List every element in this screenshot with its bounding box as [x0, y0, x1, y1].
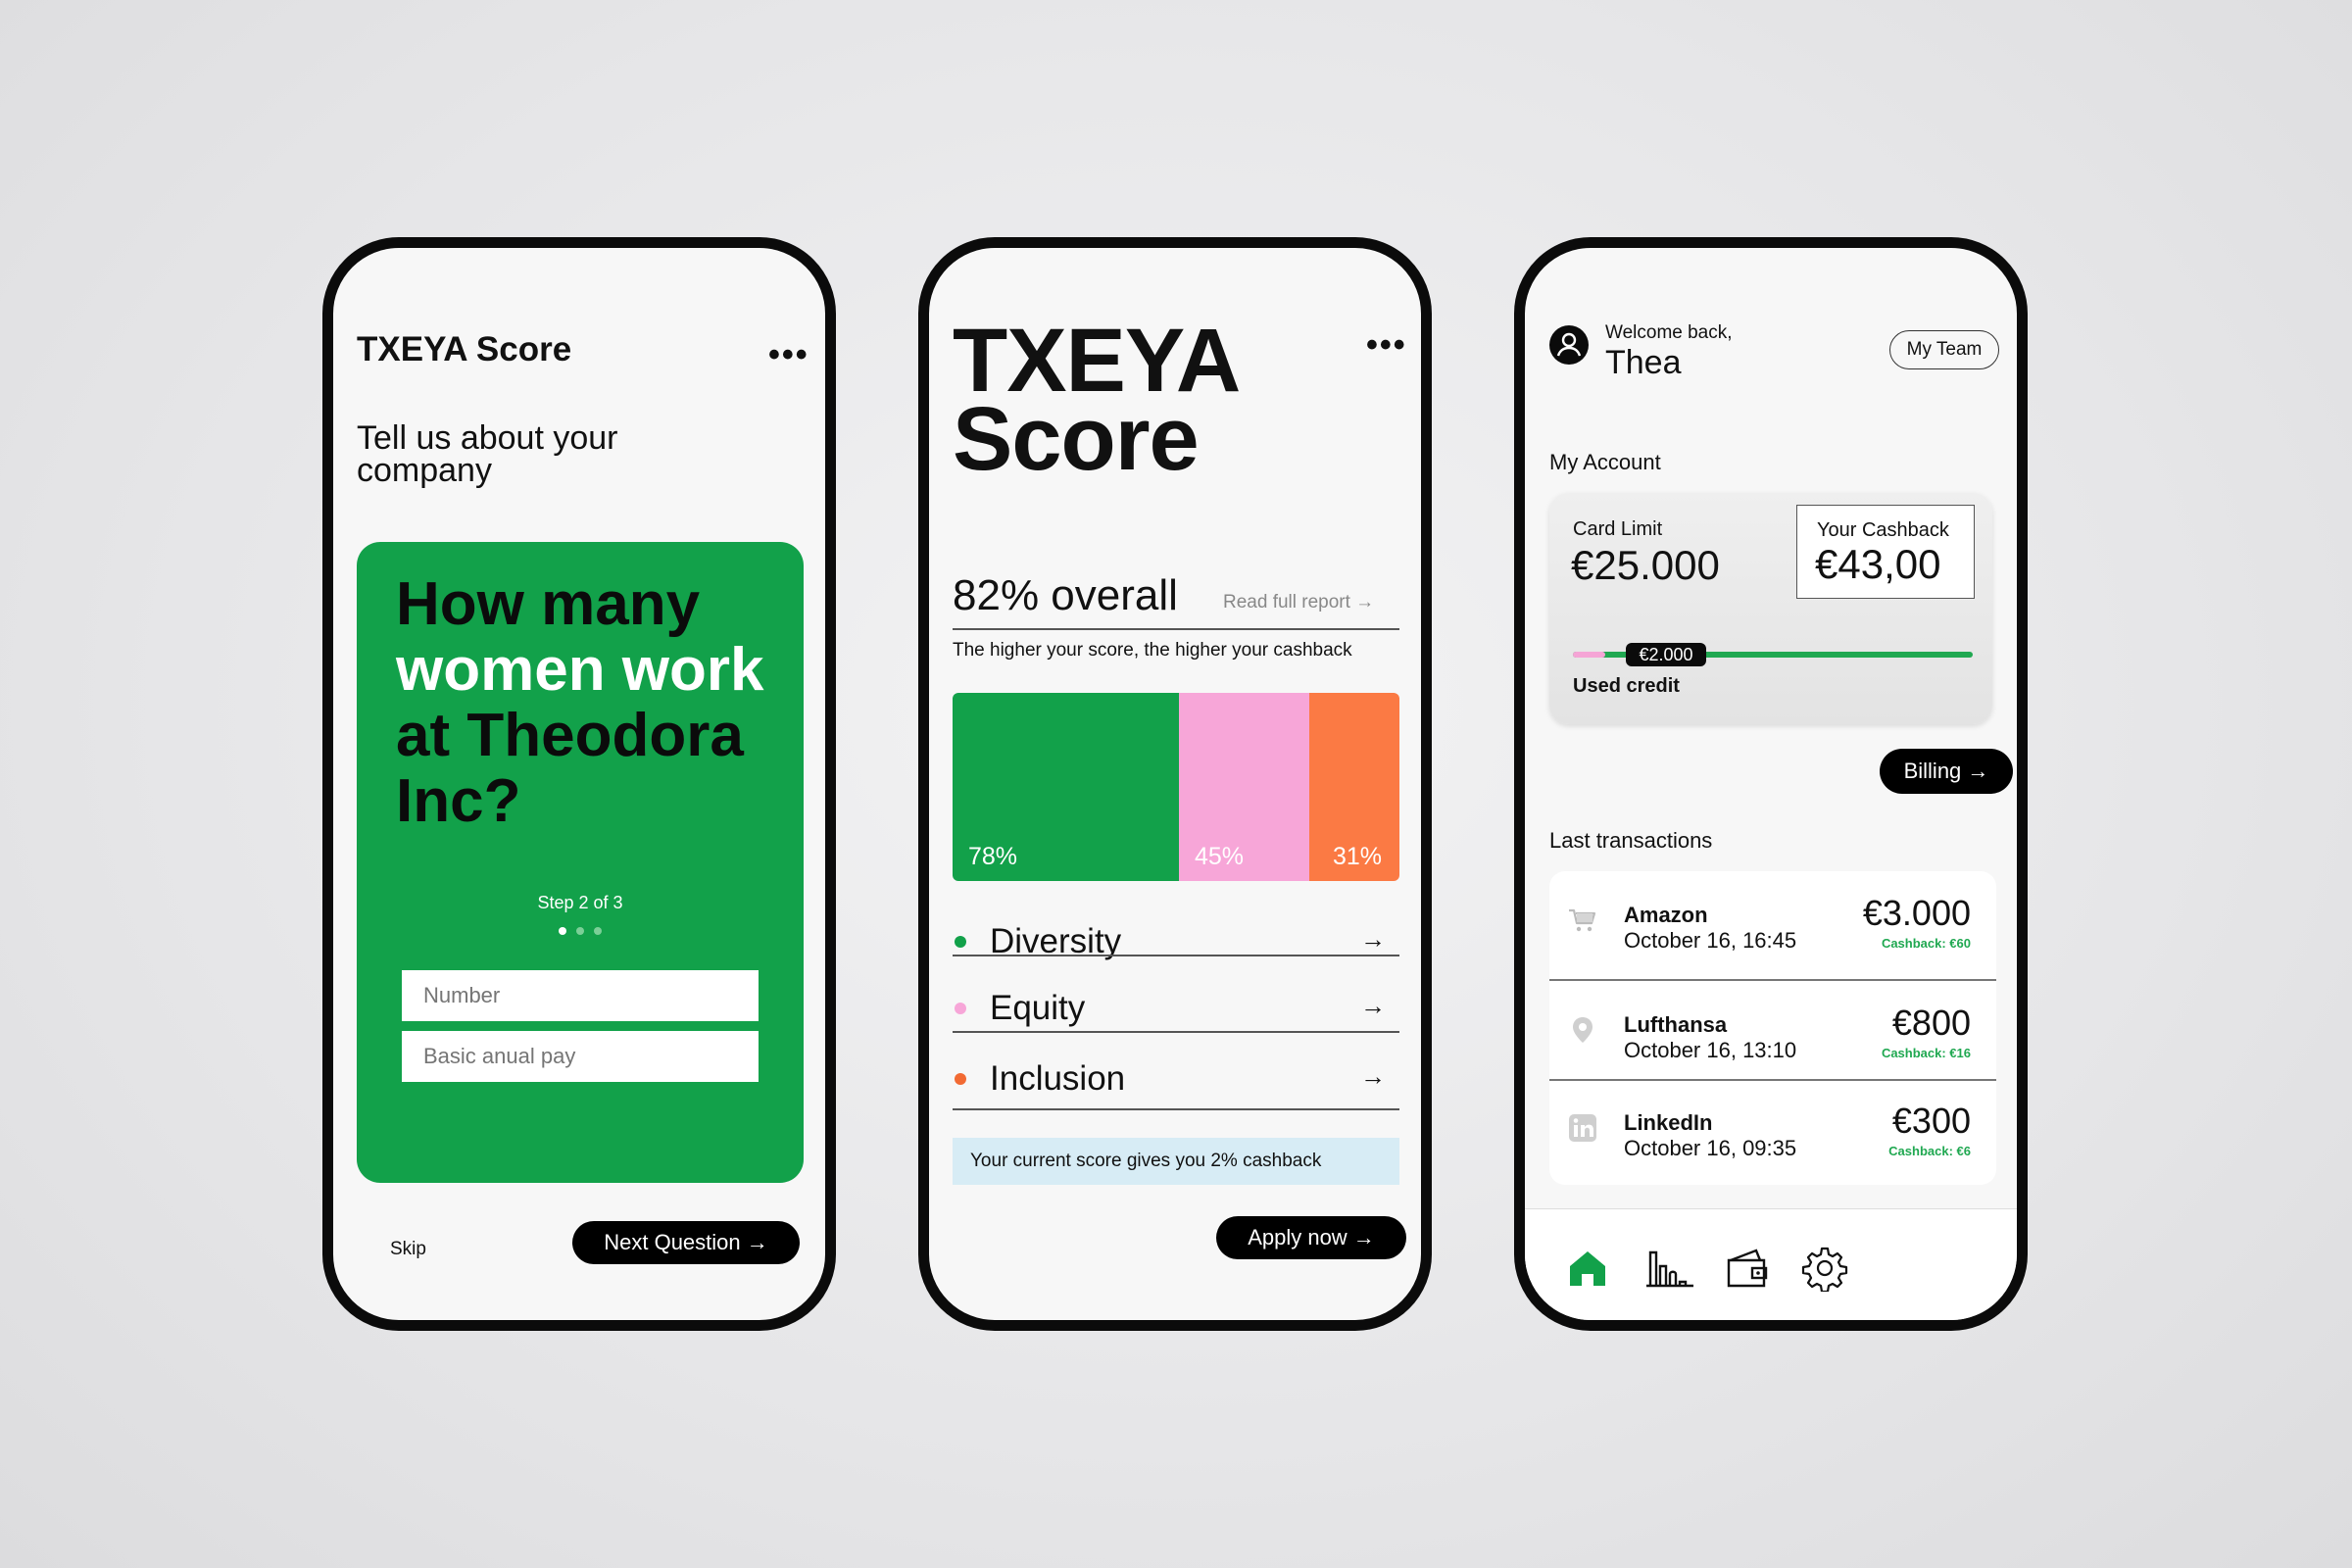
- arrow-right-icon: →: [1360, 1061, 1386, 1091]
- progress-dots: [357, 922, 804, 940]
- phone-score: TXEYA Score ••• 82% overall Read full re…: [918, 237, 1432, 1331]
- transaction-cashback: Cashback: €60: [1881, 936, 1971, 951]
- bar-label: 45%: [1195, 843, 1245, 870]
- divider: [953, 955, 1399, 956]
- used-credit-label: Used credit: [1573, 675, 1680, 697]
- row-diversity[interactable]: Diversity →: [953, 906, 1399, 977]
- location-pin-icon: [1573, 1017, 1592, 1043]
- transaction-amount: €800: [1891, 1003, 1971, 1043]
- wallet-icon: [1727, 1249, 1768, 1288]
- card-limit-label: Card Limit: [1573, 518, 1663, 540]
- basic-pay-input[interactable]: [402, 1031, 759, 1082]
- bottom-tab-bar: [1525, 1208, 2017, 1320]
- transaction-cashback: Cashback: €6: [1888, 1144, 1971, 1158]
- step-indicator: Step 2 of 3: [537, 893, 623, 912]
- settings-icon: [1801, 1247, 1848, 1294]
- bullet-icon: [955, 936, 966, 948]
- question-text: How many women work at Theodora Inc?: [396, 571, 788, 834]
- more-options-icon[interactable]: •••: [1366, 328, 1407, 362]
- score-bar-chart: 78% 45% 31%: [953, 693, 1399, 881]
- my-team-button[interactable]: My Team: [1889, 330, 1999, 369]
- cashback-box: Your Cashback €43,00: [1796, 505, 1975, 599]
- arrow-right-icon: →: [1360, 991, 1386, 1020]
- overall-score: 82% overall: [953, 571, 1178, 619]
- card-limit-value: €25.000: [1571, 542, 1720, 588]
- score-title-line: Score: [953, 389, 1200, 489]
- cashback-note: Your current score gives you 2% cashback: [953, 1138, 1399, 1185]
- bar-label: 31%: [1332, 843, 1382, 870]
- progress-dot: [594, 927, 602, 935]
- transaction-cashback: Cashback: €16: [1881, 1046, 1971, 1060]
- merchant-name: Lufthansa: [1624, 1012, 1728, 1037]
- transactions-list: Amazon October 16, 16:45 €3.000 Cashback…: [1549, 871, 1996, 1185]
- user-name: Thea: [1605, 344, 1682, 381]
- my-account-heading: My Account: [1549, 450, 1661, 474]
- billing-button[interactable]: Billing →: [1880, 749, 2013, 794]
- row-inclusion[interactable]: Inclusion →: [953, 1044, 1399, 1114]
- bar-equity: 45%: [1179, 693, 1309, 881]
- apply-now-button[interactable]: Apply now →: [1216, 1216, 1406, 1259]
- account-card: Card Limit €25.000 Your Cashback €43,00 …: [1549, 493, 1992, 724]
- read-full-report-link[interactable]: Read full report →: [1223, 592, 1374, 613]
- row-equity[interactable]: Equity →: [953, 973, 1399, 1044]
- divider: [953, 1108, 1399, 1110]
- question-part: How many: [396, 570, 701, 638]
- cashback-label: Your Cashback: [1817, 519, 1949, 541]
- bar-label: 78%: [968, 843, 1018, 870]
- next-question-button[interactable]: Next Question →: [572, 1221, 800, 1264]
- tab-wallet[interactable]: [1723, 1245, 1770, 1292]
- progress-dot-active: [559, 927, 566, 935]
- transaction-row[interactable]: Lufthansa October 16, 13:10 €800 Cashbac…: [1549, 981, 1996, 1079]
- transaction-date: October 16, 16:45: [1624, 928, 1797, 953]
- last-transactions-heading: Last transactions: [1549, 828, 1713, 853]
- phone-dashboard: Welcome back, Thea My Team My Account Ca…: [1514, 237, 2028, 1331]
- welcome-text: Welcome back,: [1605, 322, 1733, 343]
- avatar[interactable]: [1549, 325, 1589, 365]
- tab-home[interactable]: [1564, 1245, 1611, 1292]
- linkedin-icon: [1569, 1114, 1596, 1142]
- tab-analytics[interactable]: [1642, 1245, 1693, 1292]
- subtitle: Tell us about your company: [357, 419, 618, 489]
- more-options-icon[interactable]: •••: [768, 338, 809, 371]
- question-part: at Theodora Inc?: [396, 702, 744, 835]
- merchant-name: LinkedIn: [1624, 1110, 1713, 1135]
- transaction-row[interactable]: Amazon October 16, 16:45 €3.000 Cashback…: [1549, 871, 1996, 969]
- home-icon: [1570, 1251, 1605, 1286]
- app-title: TXEYA Score: [357, 330, 572, 368]
- divider: [953, 1031, 1399, 1033]
- bar-inclusion: 31%: [1309, 693, 1399, 881]
- divider: [953, 628, 1399, 630]
- arrow-right-icon: →: [1360, 924, 1386, 954]
- skip-link[interactable]: Skip: [390, 1239, 426, 1260]
- chart-icon: [1646, 1250, 1693, 1288]
- question-card: How many women work at Theodora Inc? Ste…: [357, 542, 804, 1183]
- number-input[interactable]: [402, 970, 759, 1021]
- user-icon: [1556, 332, 1582, 357]
- transaction-date: October 16, 09:35: [1624, 1136, 1797, 1160]
- tab-settings[interactable]: [1801, 1245, 1848, 1294]
- transaction-amount: €3.000: [1862, 893, 1971, 933]
- bullet-icon: [955, 1073, 966, 1085]
- phone-questionnaire: TXEYA Score ••• Tell us about your compa…: [322, 237, 836, 1331]
- score-lead-text: The higher your score, the higher your c…: [953, 640, 1352, 661]
- transaction-amount: €300: [1891, 1101, 1971, 1141]
- score-title: TXEYA Score: [953, 316, 1241, 484]
- transaction-date: October 16, 13:10: [1624, 1038, 1797, 1062]
- row-label: Inclusion: [990, 1059, 1126, 1098]
- merchant-name: Amazon: [1624, 903, 1708, 927]
- used-amount-chip: €2.000: [1626, 643, 1706, 666]
- progress-dot: [576, 927, 584, 935]
- bullet-icon: [955, 1003, 966, 1014]
- cashback-value: €43,00: [1815, 541, 1941, 587]
- bar-diversity: 78%: [953, 693, 1179, 881]
- row-label: Equity: [990, 989, 1086, 1027]
- credit-used-fill: [1573, 652, 1605, 658]
- question-highlight: women work: [396, 636, 764, 704]
- transaction-row[interactable]: LinkedIn October 16, 09:35 €300 Cashback…: [1549, 1079, 1996, 1177]
- cart-icon: [1569, 908, 1596, 932]
